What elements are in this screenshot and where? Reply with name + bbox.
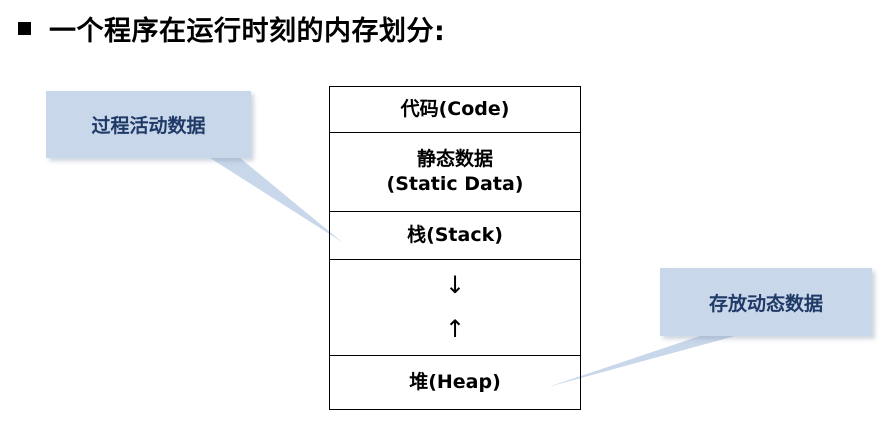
callout-left-pointer xyxy=(210,158,342,242)
arrow-up-icon: ↑ xyxy=(444,314,466,343)
segment-code: 代码(Code) xyxy=(330,87,580,133)
segment-free-space: ↓ ↑ xyxy=(330,260,580,356)
memory-layout-table: 代码(Code) 静态数据 (Static Data) 栈(Stack) ↓ ↑… xyxy=(329,86,581,410)
segment-static-data: 静态数据 (Static Data) xyxy=(330,133,580,212)
segment-static-label-1: 静态数据 xyxy=(416,148,493,171)
callout-activation-label: 过程活动数据 xyxy=(91,115,206,137)
callout-dynamic-label: 存放动态数据 xyxy=(708,292,823,315)
segment-stack: 栈(Stack) xyxy=(330,212,580,260)
callout-dynamic-data: 存放动态数据 xyxy=(660,268,872,336)
segment-heap: 堆(Heap) xyxy=(330,356,580,409)
segment-static-label-2: (Static Data) xyxy=(386,173,524,195)
arrow-down-icon: ↓ xyxy=(444,271,466,300)
segment-heap-label: 堆(Heap) xyxy=(409,371,501,394)
callout-activation-data: 过程活动数据 xyxy=(46,91,251,158)
segment-code-label: 代码(Code) xyxy=(400,98,510,121)
segment-stack-label: 栈(Stack) xyxy=(407,224,503,247)
